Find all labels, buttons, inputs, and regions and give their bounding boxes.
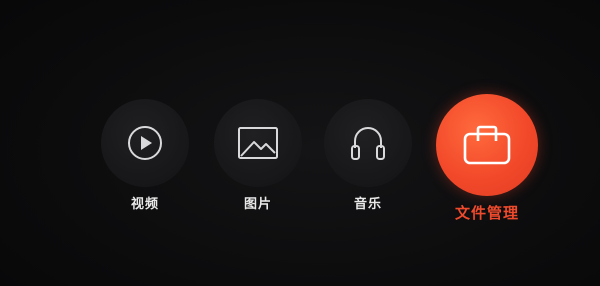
headphones-icon	[351, 127, 385, 160]
briefcase-icon	[463, 125, 511, 165]
menu-item-music[interactable]: 音乐	[316, 92, 420, 222]
menu-label-music: 音乐	[353, 197, 382, 212]
menu-item-video[interactable]: 视频	[93, 92, 197, 222]
music-button[interactable]	[324, 99, 412, 187]
menu-item-photo[interactable]: 图片	[206, 92, 310, 222]
menu-label-photo: 图片	[243, 197, 272, 212]
menu-item-file-manager[interactable]: 文件管理	[431, 92, 543, 222]
image-icon	[238, 127, 278, 159]
menu-label-file-manager: 文件管理	[454, 204, 519, 222]
tv-home-screen: 视频 图片 音乐 文件管理	[0, 0, 600, 286]
play-icon	[128, 126, 162, 160]
photo-button[interactable]	[214, 99, 302, 187]
menu-label-video: 视频	[130, 197, 159, 212]
video-button[interactable]	[101, 99, 189, 187]
file-manager-button[interactable]	[436, 94, 538, 196]
